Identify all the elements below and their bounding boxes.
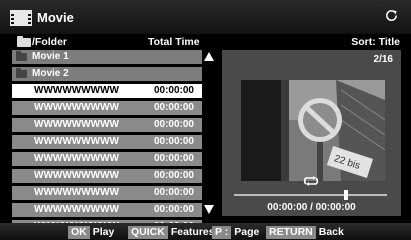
footer-hint-0: OK Play — [68, 226, 114, 239]
folder-icon — [16, 51, 27, 61]
footer-key: OK — [68, 226, 90, 239]
footer-key: P : — [212, 226, 232, 239]
footer-key: QUICK — [128, 226, 168, 239]
total-time-label: Total Time — [148, 36, 200, 48]
repeat-icon[interactable] — [302, 176, 320, 186]
file-duration: 00:00:00 — [153, 136, 194, 147]
header-bar: Movie — [0, 0, 411, 34]
file-duration: 00:00:00 — [153, 187, 194, 198]
folder-item[interactable]: Movie 2 — [12, 67, 202, 81]
file-item-selected[interactable]: WWWWWWWWW 00:00:00 — [12, 84, 202, 98]
file-item[interactable]: WWWWWWWWW 00:00:00 — [12, 101, 202, 115]
file-name: WWWWWWWWW — [34, 170, 119, 181]
progress-bar[interactable] — [234, 190, 387, 200]
page-count: 2/16 — [373, 54, 393, 65]
folder-icon — [17, 36, 31, 47]
film-icon — [10, 10, 32, 26]
file-duration: 00:00:00 — [153, 153, 194, 164]
time-readout: 00:00:00 / 00:00:00 — [267, 202, 356, 213]
file-item[interactable]: WWWWWWWWW 00:00:00 — [12, 186, 202, 200]
folder-item[interactable]: Movie 1 — [12, 50, 202, 64]
file-name: WWWWWWWWW — [34, 187, 119, 198]
file-duration: 00:00:00 — [153, 204, 194, 215]
folder-column-label: /Folder — [32, 36, 68, 48]
file-item[interactable]: WWWWWWWWW 00:00:00 — [12, 152, 202, 166]
preview-panel: 2/16 22 bis 00:00:00 / 00:00:00 — [222, 50, 401, 216]
footer-hint-3: RETURN Back — [266, 226, 344, 239]
folder-name: Movie 2 — [32, 68, 69, 79]
footer-label: Play — [92, 226, 115, 238]
movie-browser-screen: Movie /Folder Total Time Sort: Title Mov… — [0, 0, 411, 240]
sort-label[interactable]: Sort: Title — [351, 36, 400, 50]
progress-knob[interactable] — [344, 190, 348, 200]
footer-hint-1: QUICK Features — [128, 226, 215, 239]
file-duration: 00:00:00 — [153, 119, 194, 130]
folder-icon — [16, 68, 27, 78]
footer-hint-2: P : Page — [212, 226, 259, 239]
file-item[interactable]: WWWWWWWWW 00:00:00 — [12, 169, 202, 183]
refresh-icon[interactable] — [384, 8, 399, 23]
file-duration: 00:00:00 — [153, 85, 194, 96]
folder-name: Movie 1 — [32, 51, 69, 62]
scroll-down-arrow-icon[interactable] — [204, 205, 214, 214]
file-name: WWWWWWWWW — [34, 119, 119, 130]
footer-label: Back — [318, 226, 344, 238]
file-name: WWWWWWWWW — [34, 204, 119, 215]
scroll-up-arrow-icon[interactable] — [204, 52, 214, 61]
file-list: Movie 1 Movie 2 WWWWWWWWW 00:00:00 WWWWWWWWW… — [12, 50, 202, 237]
footer-label: Page — [234, 226, 260, 238]
video-thumbnail: 22 bis — [241, 80, 385, 181]
file-name: WWWWWWWWW — [34, 136, 119, 147]
footer-bar: OK Play QUICK Features P : Page RETURN Back — [0, 223, 411, 240]
file-duration: 00:00:00 — [153, 102, 194, 113]
file-item[interactable]: WWWWWWWWW 00:00:00 — [12, 203, 202, 217]
file-duration: 00:00:00 — [153, 170, 194, 181]
page-title: Movie — [37, 10, 74, 25]
footer-key: RETURN — [266, 226, 316, 239]
file-name: WWWWWWWWW — [34, 102, 119, 113]
footer-label: Features — [170, 226, 215, 238]
file-name: WWWWWWWWW — [34, 153, 119, 164]
file-name: WWWWWWWWW — [34, 85, 119, 96]
file-item[interactable]: WWWWWWWWW 00:00:00 — [12, 118, 202, 132]
file-item[interactable]: WWWWWWWWW 00:00:00 — [12, 135, 202, 149]
